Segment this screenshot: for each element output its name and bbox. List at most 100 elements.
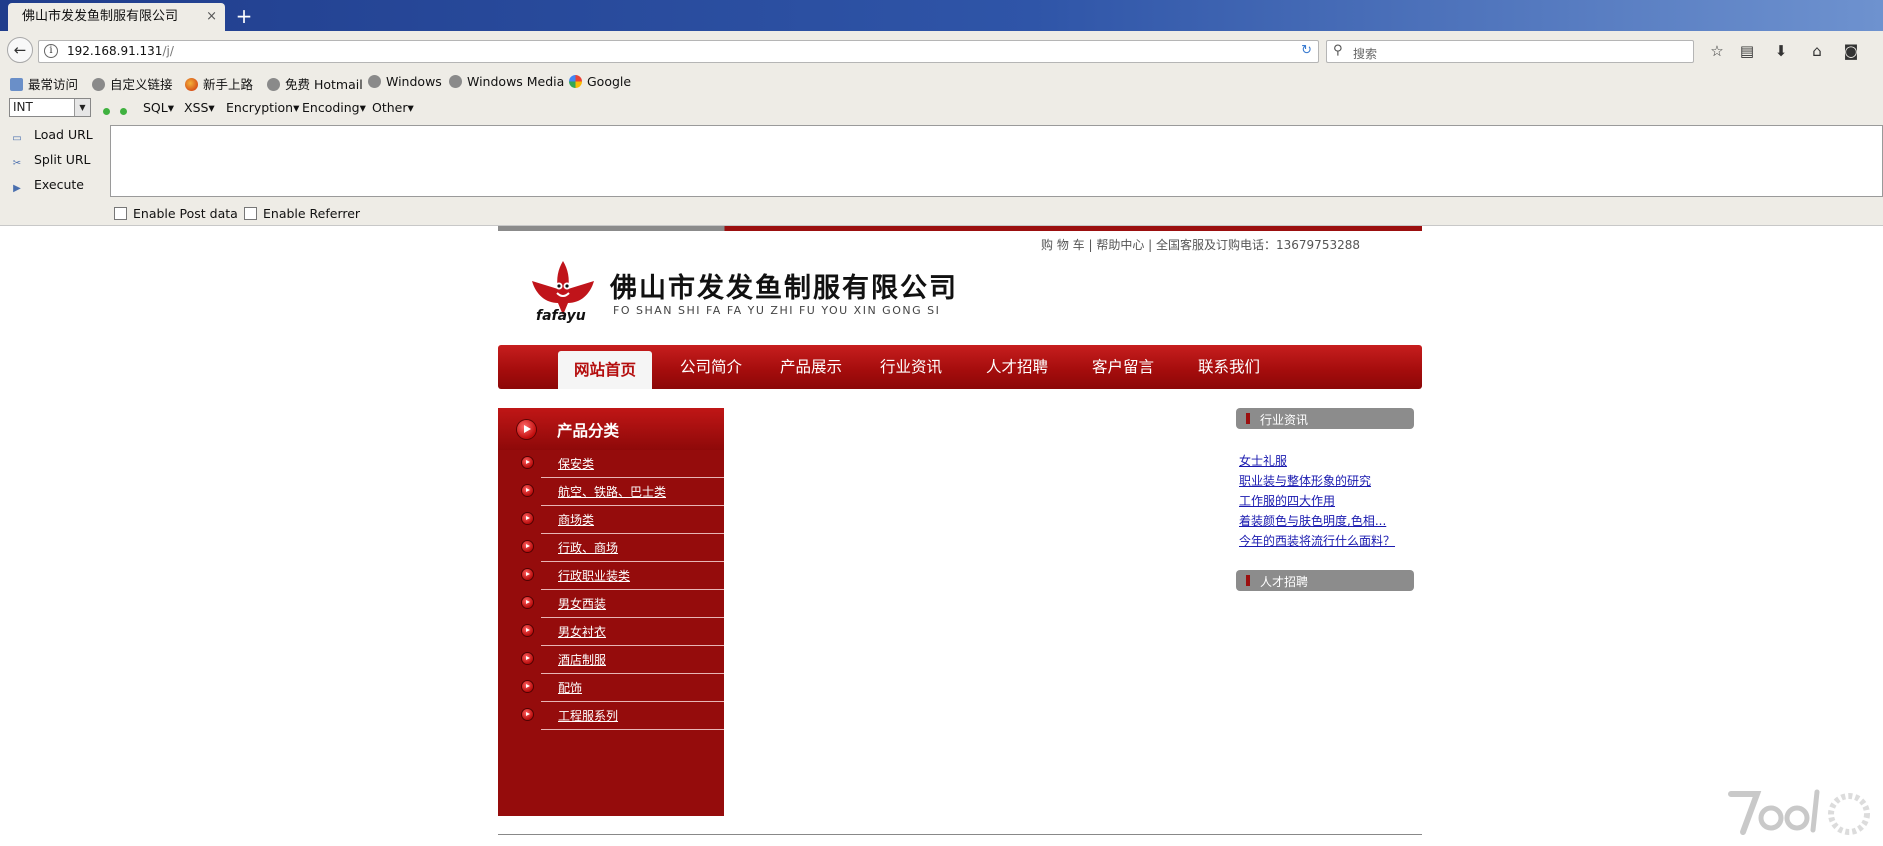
product-category-panel: 产品分类 保安类航空、铁路、巴士类 商场类行政、商场行政职业装类 男女西装男女衬衣酒… [498,408,724,816]
news-link[interactable]: 今年的西装将流行什么面料？ [1239,532,1395,549]
category-item[interactable]: 男女西装 [498,590,724,618]
globe-icon [449,75,462,88]
globe-icon [368,75,381,88]
top-links[interactable]: 购 物 车 | 帮助中心 | 全国客服及订购电话：13679753288 [1041,236,1360,253]
category-label[interactable]: 行政、商场 [558,539,618,556]
chevron-down-icon[interactable]: ▼ [74,99,90,116]
category-label[interactable]: 行政职业装类 [558,567,630,584]
category-label[interactable]: 商场类 [558,511,594,528]
main-navigation: 网站首页 公司简介 产品展示 行业资讯 人才招聘 客户留言 联系我们 [498,345,1422,389]
int-select[interactable]: INT ▼ [9,98,91,117]
category-header: 产品分类 [498,408,724,450]
globe-icon [267,78,280,91]
arrow-left-icon: ← [13,41,27,59]
reading-list-icon[interactable]: ▤ [1736,40,1758,62]
logo-text: fafayu [536,308,586,324]
menu-other[interactable]: Other▾ [372,100,414,115]
new-tab-button[interactable]: + [234,3,254,29]
hackbar-url-textarea[interactable] [110,125,1883,197]
category-label[interactable]: 酒店制服 [558,651,606,668]
close-icon[interactable]: × [206,3,217,31]
bookmark-most-visited[interactable]: 最常访问 [10,74,78,93]
news-link[interactable]: 职业装与整体形象的研究 [1239,472,1371,489]
category-item[interactable]: 男女衬衣 [498,618,724,646]
category-item[interactable]: 航空、铁路、巴士类 [498,478,724,506]
category-item[interactable]: 保安类 [498,450,724,478]
nav-about[interactable]: 公司简介 [680,345,742,389]
nav-industry-news[interactable]: 行业资讯 [880,345,942,389]
news-link[interactable]: 着装颜色与肤色明度,色相... [1239,512,1386,529]
bookmark-custom-links[interactable]: 自定义链接 [92,74,173,93]
category-label[interactable]: 配饰 [558,679,582,696]
play-icon [522,513,533,524]
play-icon [522,457,533,468]
plus-icon[interactable] [120,108,127,115]
bookmark-getting-started[interactable]: 新手上路 [185,74,253,93]
tools-watermark-icon [1727,786,1877,841]
category-item[interactable]: 行政职业装类 [498,562,724,590]
back-button[interactable]: ← [7,37,33,63]
bookmark-windows[interactable]: Windows [368,74,442,89]
minus-icon[interactable] [103,108,110,115]
play-icon [522,569,533,580]
menu-xss[interactable]: XSS▾ [184,100,215,115]
hackbar-panel: INT ▼ SQL▾ XSS▾ Encryption▾ Encoding▾ Ot… [0,95,1883,226]
bookmark-google[interactable]: Google [569,74,631,89]
nav-products[interactable]: 产品展示 [780,345,842,389]
bookmark-windows-media[interactable]: Windows Media [449,74,564,89]
nav-guestbook[interactable]: 客户留言 [1092,345,1154,389]
enable-referrer-checkbox[interactable]: Enable Referrer [244,206,360,221]
category-item[interactable]: 酒店制服 [498,646,724,674]
search-input[interactable]: ⚲ 搜索 [1326,40,1694,63]
reload-icon[interactable]: ↻ [1301,43,1312,58]
category-label[interactable]: 航空、铁路、巴士类 [558,483,666,500]
jobs-title: 人才招聘 [1260,575,1309,589]
hackbar-toggles [103,104,137,119]
news-link[interactable]: 女士礼服 [1239,452,1287,469]
info-icon[interactable]: i [44,44,58,58]
category-item[interactable]: 配饰 [498,674,724,702]
split-url-button[interactable]: ✂ Split URL [10,152,106,171]
nav-careers[interactable]: 人才招聘 [986,345,1048,389]
home-icon[interactable]: ⌂ [1806,40,1828,62]
checkbox-icon [114,207,127,220]
execute-icon: ▶ [13,183,21,194]
globe-icon [92,78,105,91]
nav-home[interactable]: 网站首页 [558,351,653,389]
bookmark-folder-icon [10,78,23,91]
category-label[interactable]: 保安类 [558,455,594,472]
category-label[interactable]: 工程服系列 [558,707,618,724]
enable-post-data-checkbox[interactable]: Enable Post data [114,206,238,221]
pocket-icon[interactable]: ◙ [1840,40,1862,62]
category-label[interactable]: 男女西装 [558,595,606,612]
int-select-value: INT [13,100,33,114]
category-item[interactable]: 工程服系列 [498,702,724,730]
menu-encryption[interactable]: Encryption▾ [226,100,299,115]
news-link[interactable]: 工作服的四大作用 [1239,492,1335,509]
menu-sql[interactable]: SQL▾ [143,100,174,115]
play-icon [522,485,533,496]
category-item[interactable]: 行政、商场 [498,534,724,562]
play-icon [522,681,533,692]
tab-title: 佛山市发发鱼制服有限公司 [22,9,179,24]
play-icon [517,420,536,439]
url-host: 192.168.91.131 [67,44,163,58]
google-icon [569,75,582,88]
search-icon: ⚲ [1333,43,1343,58]
checkbox-icon [244,207,257,220]
star-icon[interactable]: ☆ [1706,40,1728,62]
news-title: 行业资讯 [1260,413,1309,427]
bookmark-hotmail[interactable]: 免费 Hotmail [267,74,363,93]
load-url-icon: ▭ [12,133,22,144]
company-pinyin: FO SHAN SHI FA FA YU ZHI FU YOU XIN GONG… [613,304,941,317]
firefox-icon [185,78,198,91]
url-bar[interactable]: i 192.168.91.131/j/ ↻ [38,40,1319,63]
nav-contact[interactable]: 联系我们 [1198,345,1260,389]
category-item[interactable]: 商场类 [498,506,724,534]
category-label[interactable]: 男女衬衣 [558,623,606,640]
menu-encoding[interactable]: Encoding▾ [302,100,366,115]
browser-tab[interactable]: 佛山市发发鱼制服有限公司 × [8,3,225,31]
execute-button[interactable]: ▶ Execute [10,177,106,196]
download-icon[interactable]: ⬇ [1770,40,1792,62]
load-url-button[interactable]: ▭ Load URL [10,127,106,146]
